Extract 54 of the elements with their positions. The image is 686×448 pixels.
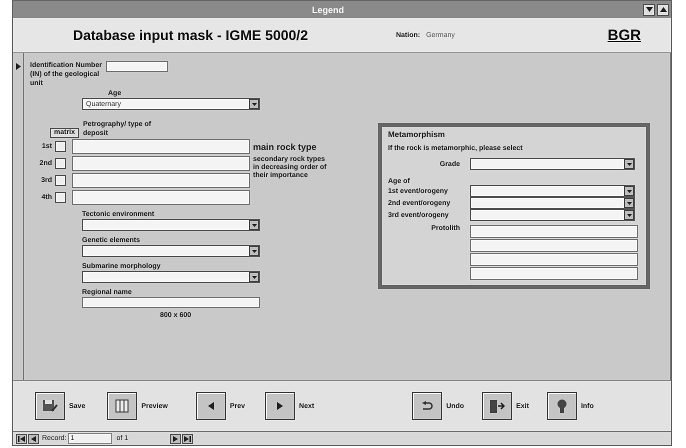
regional-name-field[interactable]	[82, 297, 260, 308]
window-title: Legend	[310, 4, 345, 14]
dropdown-field[interactable]	[82, 245, 260, 257]
matrix-checkbox[interactable]	[55, 158, 66, 169]
last-icon	[184, 436, 191, 442]
rock-type-field[interactable]	[72, 139, 250, 154]
id-number-field[interactable]	[106, 61, 168, 72]
previous-record-button[interactable]	[28, 434, 39, 444]
left-arrow-icon	[31, 436, 36, 442]
last-record-button[interactable]	[182, 434, 193, 444]
minimize-button[interactable]	[643, 4, 655, 16]
down-arrow-icon	[646, 7, 652, 12]
toolbar-button[interactable]	[482, 392, 512, 420]
right-arrow-icon	[172, 436, 178, 442]
rock-type-field[interactable]	[72, 190, 250, 205]
grade-dropdown[interactable]	[470, 158, 635, 170]
matrix-checkbox[interactable]	[55, 192, 66, 203]
form-title: Database input mask - IGME 5000/2	[73, 27, 308, 43]
left-arrow-icon	[208, 402, 214, 410]
current-record-icon	[16, 63, 20, 70]
logo: BGR	[608, 26, 641, 44]
rock-type-field[interactable]	[72, 156, 250, 171]
toolbar-button[interactable]	[546, 392, 577, 420]
lightbulb-icon	[556, 398, 568, 414]
toolbar-button[interactable]	[107, 392, 138, 420]
next-record-button[interactable]	[170, 434, 181, 444]
rock-type-field[interactable]	[72, 173, 250, 188]
protolith-field[interactable]	[470, 239, 638, 252]
restore-button[interactable]	[657, 4, 669, 16]
event-dropdown[interactable]	[470, 185, 635, 197]
right-arrow-icon	[277, 402, 284, 410]
protolith-field[interactable]	[470, 253, 638, 266]
protolith-field[interactable]	[470, 267, 638, 280]
page-icon	[115, 399, 130, 413]
dropdown-field[interactable]	[82, 219, 260, 231]
event-dropdown[interactable]	[470, 197, 635, 209]
toolbar-button[interactable]	[412, 392, 442, 420]
disk-icon	[42, 399, 58, 413]
main-rock-note: main rock type	[253, 142, 318, 152]
toolbar-button[interactable]	[196, 392, 226, 420]
first-record-button[interactable]	[16, 434, 27, 444]
door-icon	[489, 398, 506, 414]
record-selector[interactable]	[13, 53, 24, 380]
toolbar-button[interactable]	[265, 392, 296, 420]
up-arrow-icon	[660, 7, 666, 12]
matrix-checkbox[interactable]	[55, 141, 66, 152]
protolith-field[interactable]	[470, 225, 638, 238]
event-dropdown[interactable]	[470, 209, 635, 221]
matrix-checkbox[interactable]	[55, 175, 66, 186]
panel-title: Metamorphism	[388, 130, 446, 139]
toolbar-button[interactable]	[35, 392, 65, 420]
undo-icon	[420, 401, 434, 411]
first-icon	[18, 436, 25, 442]
dropdown-field[interactable]	[82, 271, 260, 283]
